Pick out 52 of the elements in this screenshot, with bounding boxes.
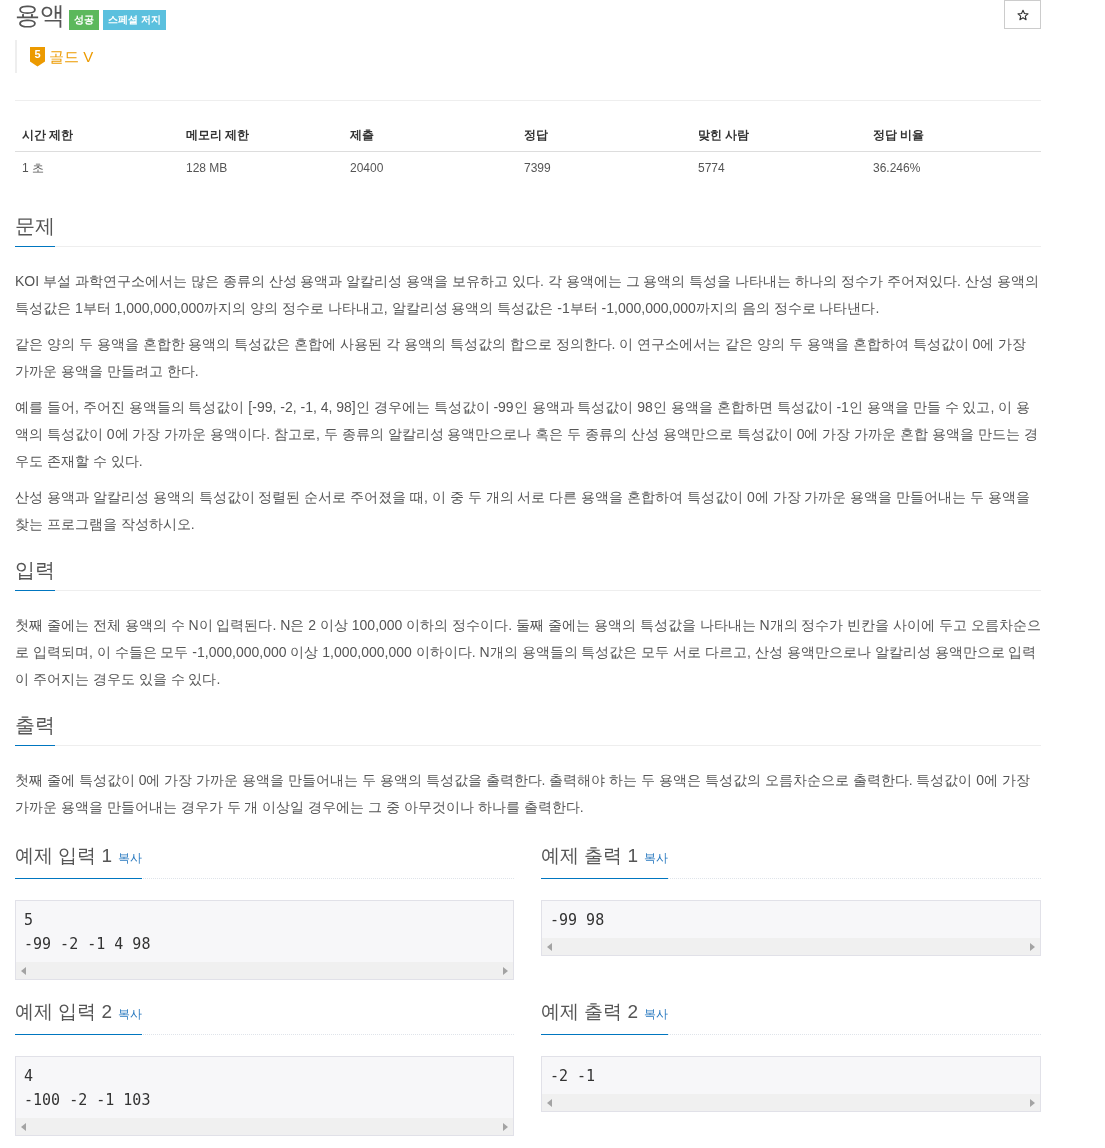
- sample-code: -99 98: [549, 910, 606, 931]
- column-header: 시간 제한: [15, 119, 179, 152]
- tier-label: 골드 V: [49, 46, 94, 67]
- paragraph: 첫째 줄에는 전체 용액의 수 N이 입력된다. N은 2 이상 100,000 이하의 정수이다. 둘째 줄에는 용액의 특성값을 나타내는 N개의 정수가 빈칸을 사이에 두고 오름차순으로 입력되며, 이 수들은 모두 -1,000,000,000 이상 1,000,000,000 이하이다. N개의 용액들의 특성값은 모두 서로 다르고, 산성 용액만으로나 알칼리성 용액만으로 입력이 주어지는 경우도 있을 수 있다.: [15, 616, 1041, 689]
- horizontal-scrollbar[interactable]: [542, 938, 1040, 955]
- paragraph: 같은 양의 두 용액을 혼합한 용액의 특성값은 혼합에 사용된 각 용액의 특성값의 합으로 정의한다. 이 연구소에서는 같은 양의 두 용액을 혼합하여 특성값이 0에 가장 가까운 용액을 만들려고 한다.: [15, 335, 1028, 381]
- table-cell: 5774: [691, 151, 866, 184]
- scroll-left-icon[interactable]: [547, 942, 552, 951]
- scroll-right-icon[interactable]: [1030, 942, 1035, 951]
- table-cell: 36.246%: [866, 151, 1041, 184]
- horizontal-scrollbar[interactable]: [542, 1094, 1040, 1111]
- favorite-button[interactable]: [1004, 0, 1041, 29]
- copy-link[interactable]: 복사: [118, 1007, 143, 1021]
- scroll-left-icon[interactable]: [547, 1098, 552, 1107]
- horizontal-scrollbar[interactable]: [16, 962, 513, 979]
- column-header: 정답 비율: [866, 119, 1041, 152]
- copy-link[interactable]: 복사: [644, 1007, 669, 1021]
- status-badge: 스페셜 저지: [103, 10, 166, 30]
- sample-heading: 예제 입력 2: [15, 1001, 113, 1022]
- copy-link[interactable]: 복사: [118, 851, 143, 865]
- paragraph: KOI 부설 과학연구소에서는 많은 종류의 산성 용액과 알칼리성 용액을 보유하고 있다. 각 용액에는 그 용액의 특성을 나타내는 하나의 정수가 주어져있다. 산성 용액의 특성값은 1부터 1,000,000,000까지의 양의 정수로 나타내고, 알칼리성 용액의 특성값은 -1부터 -1,000,000,000까지의 음의 정수로 나타낸다.: [15, 272, 1040, 318]
- table-cell: 20400: [343, 151, 517, 184]
- column-header: 제출: [343, 119, 517, 152]
- problem-title: 용액: [15, 0, 65, 30]
- sample-code: 5 -99 -2 -1 4 98: [23, 910, 152, 955]
- star-icon: [1016, 8, 1029, 21]
- horizontal-scrollbar[interactable]: [16, 1118, 513, 1135]
- sample-code: -2 -1: [549, 1066, 597, 1087]
- scroll-right-icon[interactable]: [503, 966, 508, 975]
- section-heading: 출력: [15, 711, 55, 746]
- section-heading: 문제: [15, 212, 55, 247]
- scroll-left-icon[interactable]: [21, 966, 26, 975]
- sample-heading: 예제 출력 1: [541, 845, 639, 866]
- scroll-left-icon[interactable]: [21, 1122, 26, 1131]
- paragraph: 예를 들어, 주어진 용액들의 특성값이 [-99, -2, -1, 4, 98]인 경우에는 특성값이 -99인 용액과 특성값이 98인 용액을 혼합하면 특성값이 -1인 용액을 만들 수 있고, 이 용액의 특성값이 0에 가장 가까운 용액이다. 참고로, 두 종류의 알칼리성 용액만으로나 혹은 두 종류의 산성 용액만으로 특성값이 0에 가장 가까운 혼합 용액을 만드는 경우도 존재할 수 있다.: [15, 398, 1039, 471]
- status-badge: 성공: [69, 10, 99, 30]
- sample-heading: 예제 입력 1: [15, 845, 113, 866]
- table-cell: 7399: [517, 151, 691, 184]
- sample-heading: 예제 출력 2: [541, 1001, 639, 1022]
- section-heading: 입력: [15, 556, 55, 591]
- scroll-right-icon[interactable]: [503, 1122, 508, 1131]
- scroll-right-icon[interactable]: [1030, 1098, 1035, 1107]
- table-cell: 128 MB: [179, 151, 343, 184]
- paragraph: 산성 용액과 알칼리성 용액의 특성값이 정렬된 순서로 주어졌을 때, 이 중 두 개의 서로 다른 용액을 혼합하여 특성값이 0에 가장 가까운 용액을 만들어내는 두 용액을 찾는 프로그램을 작성하시오.: [15, 488, 1032, 534]
- column-header: 정답: [517, 119, 691, 152]
- column-header: 메모리 제한: [179, 119, 343, 152]
- column-header: 맞힌 사람: [691, 119, 866, 152]
- sample-code: 4 -100 -2 -1 103: [23, 1066, 152, 1111]
- copy-link[interactable]: 복사: [644, 851, 669, 865]
- tier-badge: 5: [30, 46, 45, 67]
- paragraph: 첫째 줄에 특성값이 0에 가장 가까운 용액을 만들어내는 두 용액의 특성값을 출력한다. 출력해야 하는 두 용액은 특성값의 오름차순으로 출력한다. 특성값이 0에 가장 가까운 용액을 만들어내는 경우가 두 개 이상일 경우에는 그 중 아무것이나 하나를 출력한다.: [15, 771, 1032, 817]
- table-cell: 1 초: [15, 151, 179, 184]
